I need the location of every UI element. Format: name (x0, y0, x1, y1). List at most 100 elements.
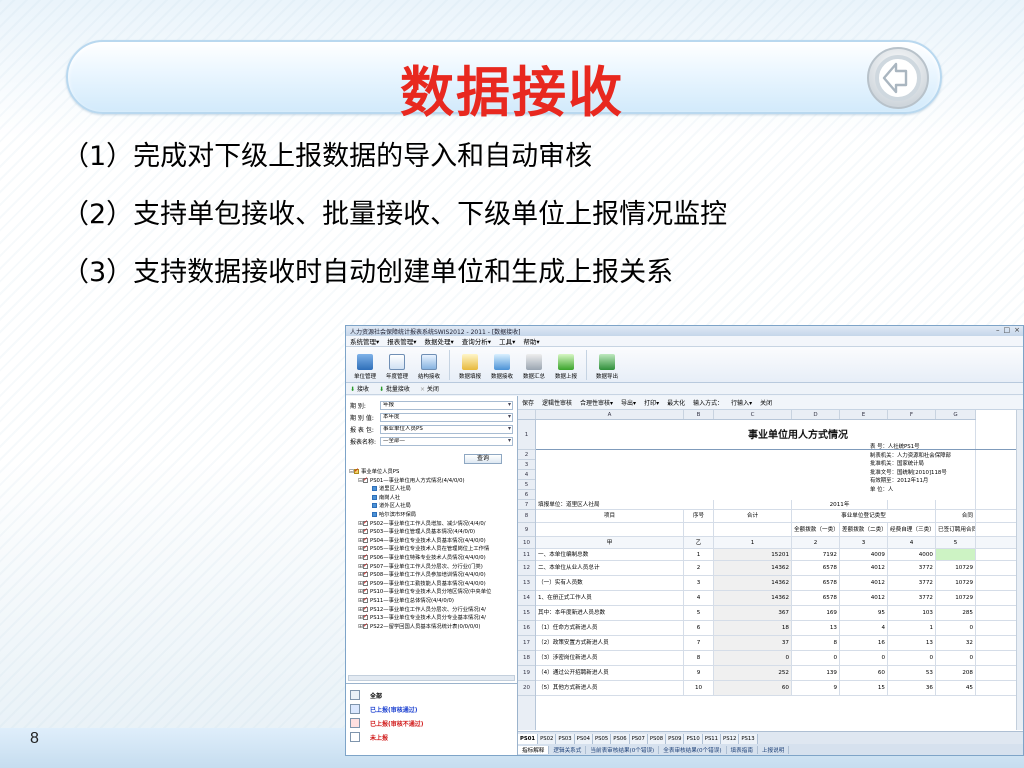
row-number[interactable]: 13 (518, 576, 535, 591)
logic-check-button[interactable]: 逻辑性审核 (542, 398, 572, 407)
checkbox[interactable] (363, 580, 368, 587)
sheet-tab[interactable]: PS07 (629, 734, 648, 744)
cell-value[interactable]: 36 (888, 681, 936, 695)
info-tab[interactable]: 全表审核结果(0个错误) (659, 745, 727, 754)
tree-item[interactable]: ⊞PS03—事业单位管理人员基本情况(4/4/0/0) (349, 528, 517, 537)
data-export-button[interactable]: 数据导出 (592, 354, 622, 380)
sheet-tab[interactable]: PS10 (684, 734, 703, 744)
cell-value[interactable]: 4012 (840, 561, 888, 575)
sheet-tab[interactable]: PS05 (592, 734, 612, 744)
data-upload-button[interactable]: 数据上报 (551, 354, 581, 380)
checkbox[interactable] (363, 545, 368, 553)
cell-value[interactable]: 6578 (792, 561, 840, 575)
legend-all[interactable]: 全部 (346, 688, 517, 702)
export-button[interactable]: 导出▾ (621, 398, 636, 407)
data-summary-button[interactable]: 数据汇总 (519, 354, 549, 380)
tree-item[interactable]: ⊟事业单位人员PS (349, 468, 517, 477)
checkbox[interactable] (363, 537, 368, 544)
cell-value[interactable]: 103 (888, 606, 936, 620)
cell-value[interactable]: 169 (792, 606, 840, 620)
checkbox[interactable] (363, 528, 368, 536)
cell-value[interactable]: 3772 (888, 591, 936, 605)
vertical-scrollbar[interactable] (1016, 410, 1023, 730)
sheet-tab[interactable]: PS02 (538, 734, 557, 744)
legend-passed[interactable]: 已上报(审核通过) (346, 702, 517, 716)
sheet-tab[interactable]: PS09 (666, 734, 685, 744)
cell-value[interactable]: 13 (792, 621, 840, 635)
checkbox[interactable] (363, 520, 368, 527)
cell-value[interactable]: 4012 (840, 576, 888, 590)
print-button[interactable]: 打印▾ (644, 398, 659, 407)
cell-value[interactable] (936, 549, 976, 560)
period-value-select[interactable]: 本年度 (380, 413, 513, 422)
cell-value[interactable]: 53 (888, 666, 936, 680)
cell-value[interactable]: 16 (840, 636, 888, 650)
cell-value[interactable]: 4009 (840, 549, 888, 560)
cell-value[interactable]: 10729 (936, 576, 976, 590)
cell-value[interactable]: 60 (840, 666, 888, 680)
cell-value[interactable]: 15 (840, 681, 888, 695)
sheet-corner[interactable] (518, 410, 536, 419)
cell-value[interactable]: 95 (840, 606, 888, 620)
row-number[interactable]: 10 (518, 537, 535, 549)
row-number[interactable]: 14 (518, 591, 535, 606)
report-name-select[interactable]: —全部— (380, 437, 513, 446)
unit-status-icon[interactable] (372, 511, 377, 517)
cell-value[interactable]: 139 (792, 666, 840, 680)
checkbox[interactable] (363, 588, 368, 596)
minimize-icon[interactable]: – (996, 326, 1000, 336)
tree-item[interactable]: 道里区人社局 (349, 485, 517, 494)
cell-value[interactable]: 285 (936, 606, 976, 620)
maximize-icon[interactable]: □ (1004, 326, 1011, 336)
tree-item[interactable]: 哈尔滨市环保局 (349, 511, 517, 520)
tree-item[interactable]: 南岗人社 (349, 494, 517, 503)
tree-item[interactable]: ⊞PS07—事业单位工作人员分层次、分行业(门类) (349, 563, 517, 572)
legend-not-reported[interactable]: 未上报 (346, 730, 517, 744)
sheet-tab[interactable]: PS04 (574, 734, 593, 744)
row-number[interactable]: 9 (518, 523, 535, 537)
row-number[interactable]: 16 (518, 621, 535, 636)
cell-value[interactable]: 3772 (888, 576, 936, 590)
cell-value[interactable]: 0 (792, 651, 840, 665)
menu-tools[interactable]: 工具▾ (499, 336, 515, 346)
cell-value[interactable]: 45 (936, 681, 976, 695)
column-header[interactable]: E (840, 410, 888, 419)
column-header[interactable]: C (714, 410, 792, 419)
info-tab[interactable]: 逻辑关系式 (549, 745, 587, 754)
cell-value[interactable]: 10729 (936, 591, 976, 605)
batch-receive-button[interactable]: ⬇ 批量接收 (379, 384, 410, 393)
cell-value[interactable]: 4 (840, 621, 888, 635)
checkbox[interactable] (354, 468, 359, 476)
sheet-close-button[interactable]: 关闭 (760, 398, 772, 407)
checkbox[interactable] (363, 554, 368, 562)
menu-report[interactable]: 报表管理▾ (387, 336, 416, 346)
menu-data[interactable]: 数据处理▾ (425, 336, 454, 346)
cell-value[interactable]: 7192 (792, 549, 840, 560)
row-number[interactable]: 12 (518, 561, 535, 576)
cell-value[interactable]: 32 (936, 636, 976, 650)
cell-value[interactable]: 1 (888, 621, 936, 635)
input-mode-select[interactable]: 行输入▾ (731, 398, 752, 407)
column-header[interactable]: G (936, 410, 976, 419)
maximize-button[interactable]: 最大化 (667, 398, 685, 407)
sheet-tab[interactable]: PS11 (702, 734, 722, 744)
column-header[interactable]: A (536, 410, 684, 419)
cell-value[interactable]: 0 (936, 621, 976, 635)
cell-value[interactable]: 6578 (792, 576, 840, 590)
row-number[interactable]: 1 (518, 420, 535, 450)
sheet-tab[interactable]: PS06 (611, 734, 630, 744)
cell-value[interactable]: 6578 (792, 591, 840, 605)
cell-value[interactable]: 0 (840, 651, 888, 665)
tree-item[interactable]: ⊞PS06—事业单位特殊专业技术人员情况(4/4/0/0) (349, 554, 517, 563)
period-select[interactable]: 年报 (380, 401, 513, 410)
menu-help[interactable]: 帮助▾ (523, 336, 539, 346)
checkbox[interactable] (363, 563, 368, 570)
legend-failed[interactable]: 已上报(审核不通过) (346, 716, 517, 730)
tree-item[interactable]: ⊞PS02—事业单位工作人员增加、减少情况(4/4/0/ (349, 520, 517, 529)
checkbox[interactable] (363, 597, 368, 605)
horizontal-scrollbar[interactable] (348, 675, 515, 681)
column-header[interactable]: B (684, 410, 714, 419)
menu-system[interactable]: 系统管理▾ (350, 336, 379, 346)
row-number[interactable]: 3 (518, 460, 535, 470)
checkbox[interactable] (363, 614, 368, 622)
